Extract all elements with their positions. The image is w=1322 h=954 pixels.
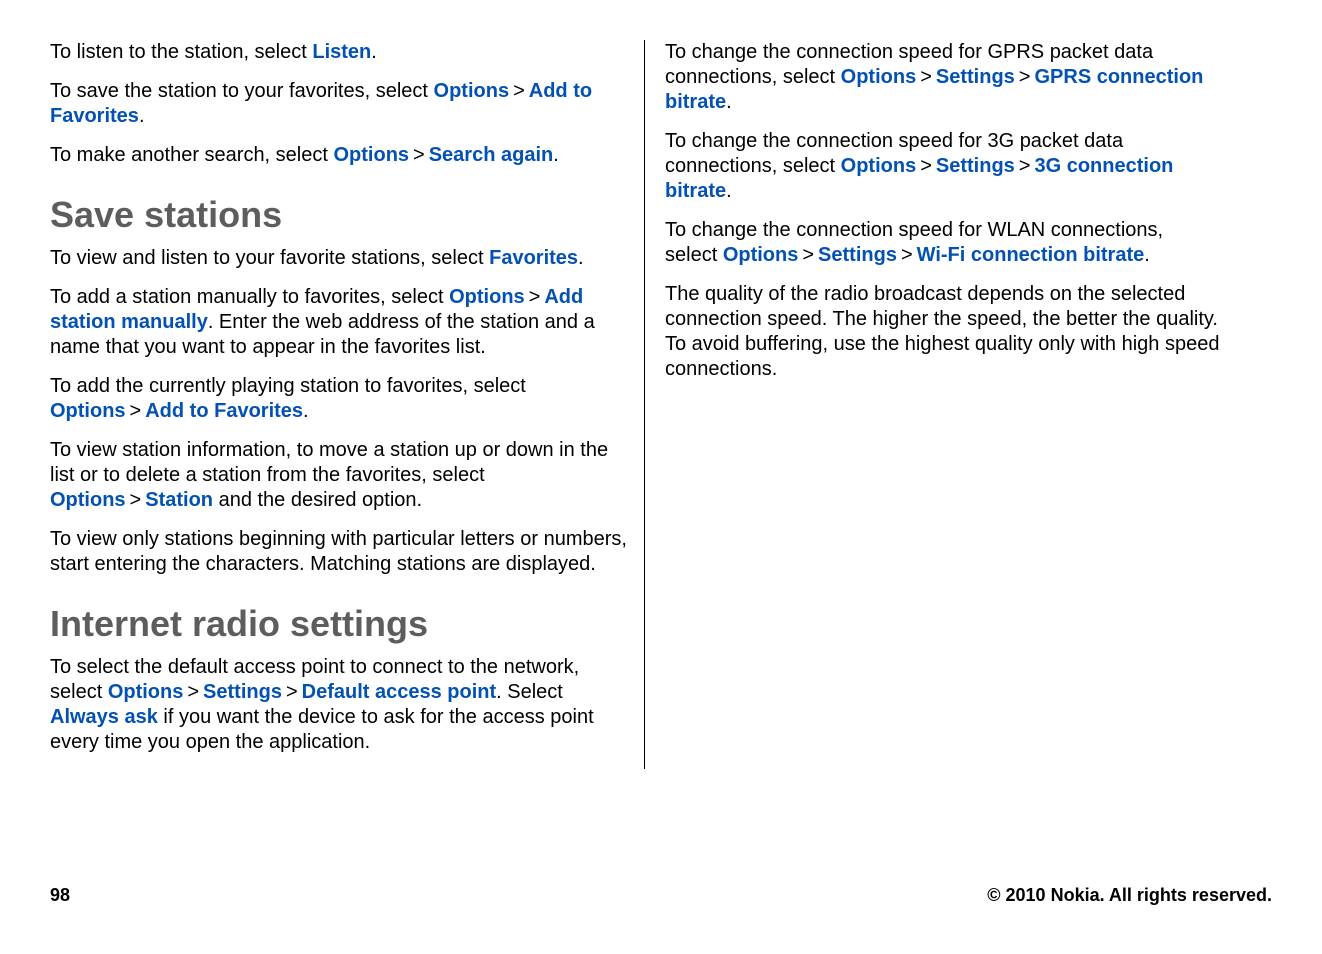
paragraph: To view and listen to your favorite stat… [50,246,630,271]
text: . [303,400,309,422]
text: . [1144,244,1150,266]
keyword-always-ask: Always ask [50,706,158,728]
breadcrumb-separator: > [126,400,146,422]
breadcrumb-separator: > [509,80,529,102]
paragraph: To view only stations beginning with par… [50,527,630,577]
keyword-options: Options [108,681,184,703]
text: To view and listen to your favorite stat… [50,247,489,269]
breadcrumb-separator: > [1015,155,1035,177]
keyword-wifi-connection-bitrate: Wi-Fi connection bitrate [917,244,1145,266]
text: . [371,41,377,63]
keyword-options: Options [50,400,126,422]
breadcrumb-separator: > [1015,66,1035,88]
paragraph: To view station information, to move a s… [50,438,630,513]
keyword-settings: Settings [203,681,282,703]
breadcrumb-separator: > [916,155,936,177]
left-column: To listen to the station, select Listen.… [50,40,645,769]
keyword-settings: Settings [936,66,1015,88]
paragraph: To add the currently playing station to … [50,374,630,424]
keyword-add-to-favorites: Add to Favorites [145,400,303,422]
paragraph: The quality of the radio broadcast depen… [665,282,1220,382]
text: . [553,144,559,166]
text: . [139,105,145,127]
text: To listen to the station, select [50,41,312,63]
text: To add a station manually to favorites, … [50,286,449,308]
breadcrumb-separator: > [282,681,302,703]
text: To save the station to your favorites, s… [50,80,434,102]
breadcrumb-separator: > [798,244,818,266]
breadcrumb-separator: > [916,66,936,88]
keyword-options: Options [841,66,917,88]
keyword-options: Options [333,144,409,166]
keyword-settings: Settings [818,244,897,266]
page-number: 98 [50,885,70,906]
text: To make another search, select [50,144,333,166]
copyright-text: © 2010 Nokia. All rights reserved. [987,885,1272,906]
paragraph: To listen to the station, select Listen. [50,40,630,65]
paragraph: To save the station to your favorites, s… [50,79,630,129]
text: . [726,180,732,202]
keyword-listen: Listen [312,41,371,63]
keyword-options: Options [50,489,126,511]
keyword-options: Options [434,80,510,102]
keyword-settings: Settings [936,155,1015,177]
keyword-options: Options [841,155,917,177]
breadcrumb-separator: > [183,681,203,703]
breadcrumb-separator: > [525,286,545,308]
paragraph: To select the default access point to co… [50,655,630,755]
paragraph: To add a station manually to favorites, … [50,285,630,360]
text: and the desired option. [213,489,422,511]
heading-internet-radio-settings: Internet radio settings [50,603,630,645]
text: . [578,247,584,269]
keyword-station: Station [145,489,213,511]
keyword-default-access-point: Default access point [302,681,497,703]
keyword-search-again: Search again [429,144,554,166]
text: To view station information, to move a s… [50,439,608,486]
heading-save-stations: Save stations [50,194,630,236]
text: To add the currently playing station to … [50,375,526,397]
text: . [726,91,732,113]
page-footer: 98 © 2010 Nokia. All rights reserved. [50,885,1272,906]
paragraph: To make another search, select Options>S… [50,143,630,168]
right-column: To change the connection speed for GPRS … [645,40,1240,769]
paragraph: To change the connection speed for GPRS … [665,40,1220,115]
text: . Select [496,681,563,703]
breadcrumb-separator: > [126,489,146,511]
breadcrumb-separator: > [409,144,429,166]
paragraph: To change the connection speed for 3G pa… [665,129,1220,204]
keyword-options: Options [723,244,799,266]
breadcrumb-separator: > [897,244,917,266]
content-columns: To listen to the station, select Listen.… [50,40,1272,769]
keyword-favorites: Favorites [489,247,578,269]
keyword-options: Options [449,286,525,308]
paragraph: To change the connection speed for WLAN … [665,218,1220,268]
